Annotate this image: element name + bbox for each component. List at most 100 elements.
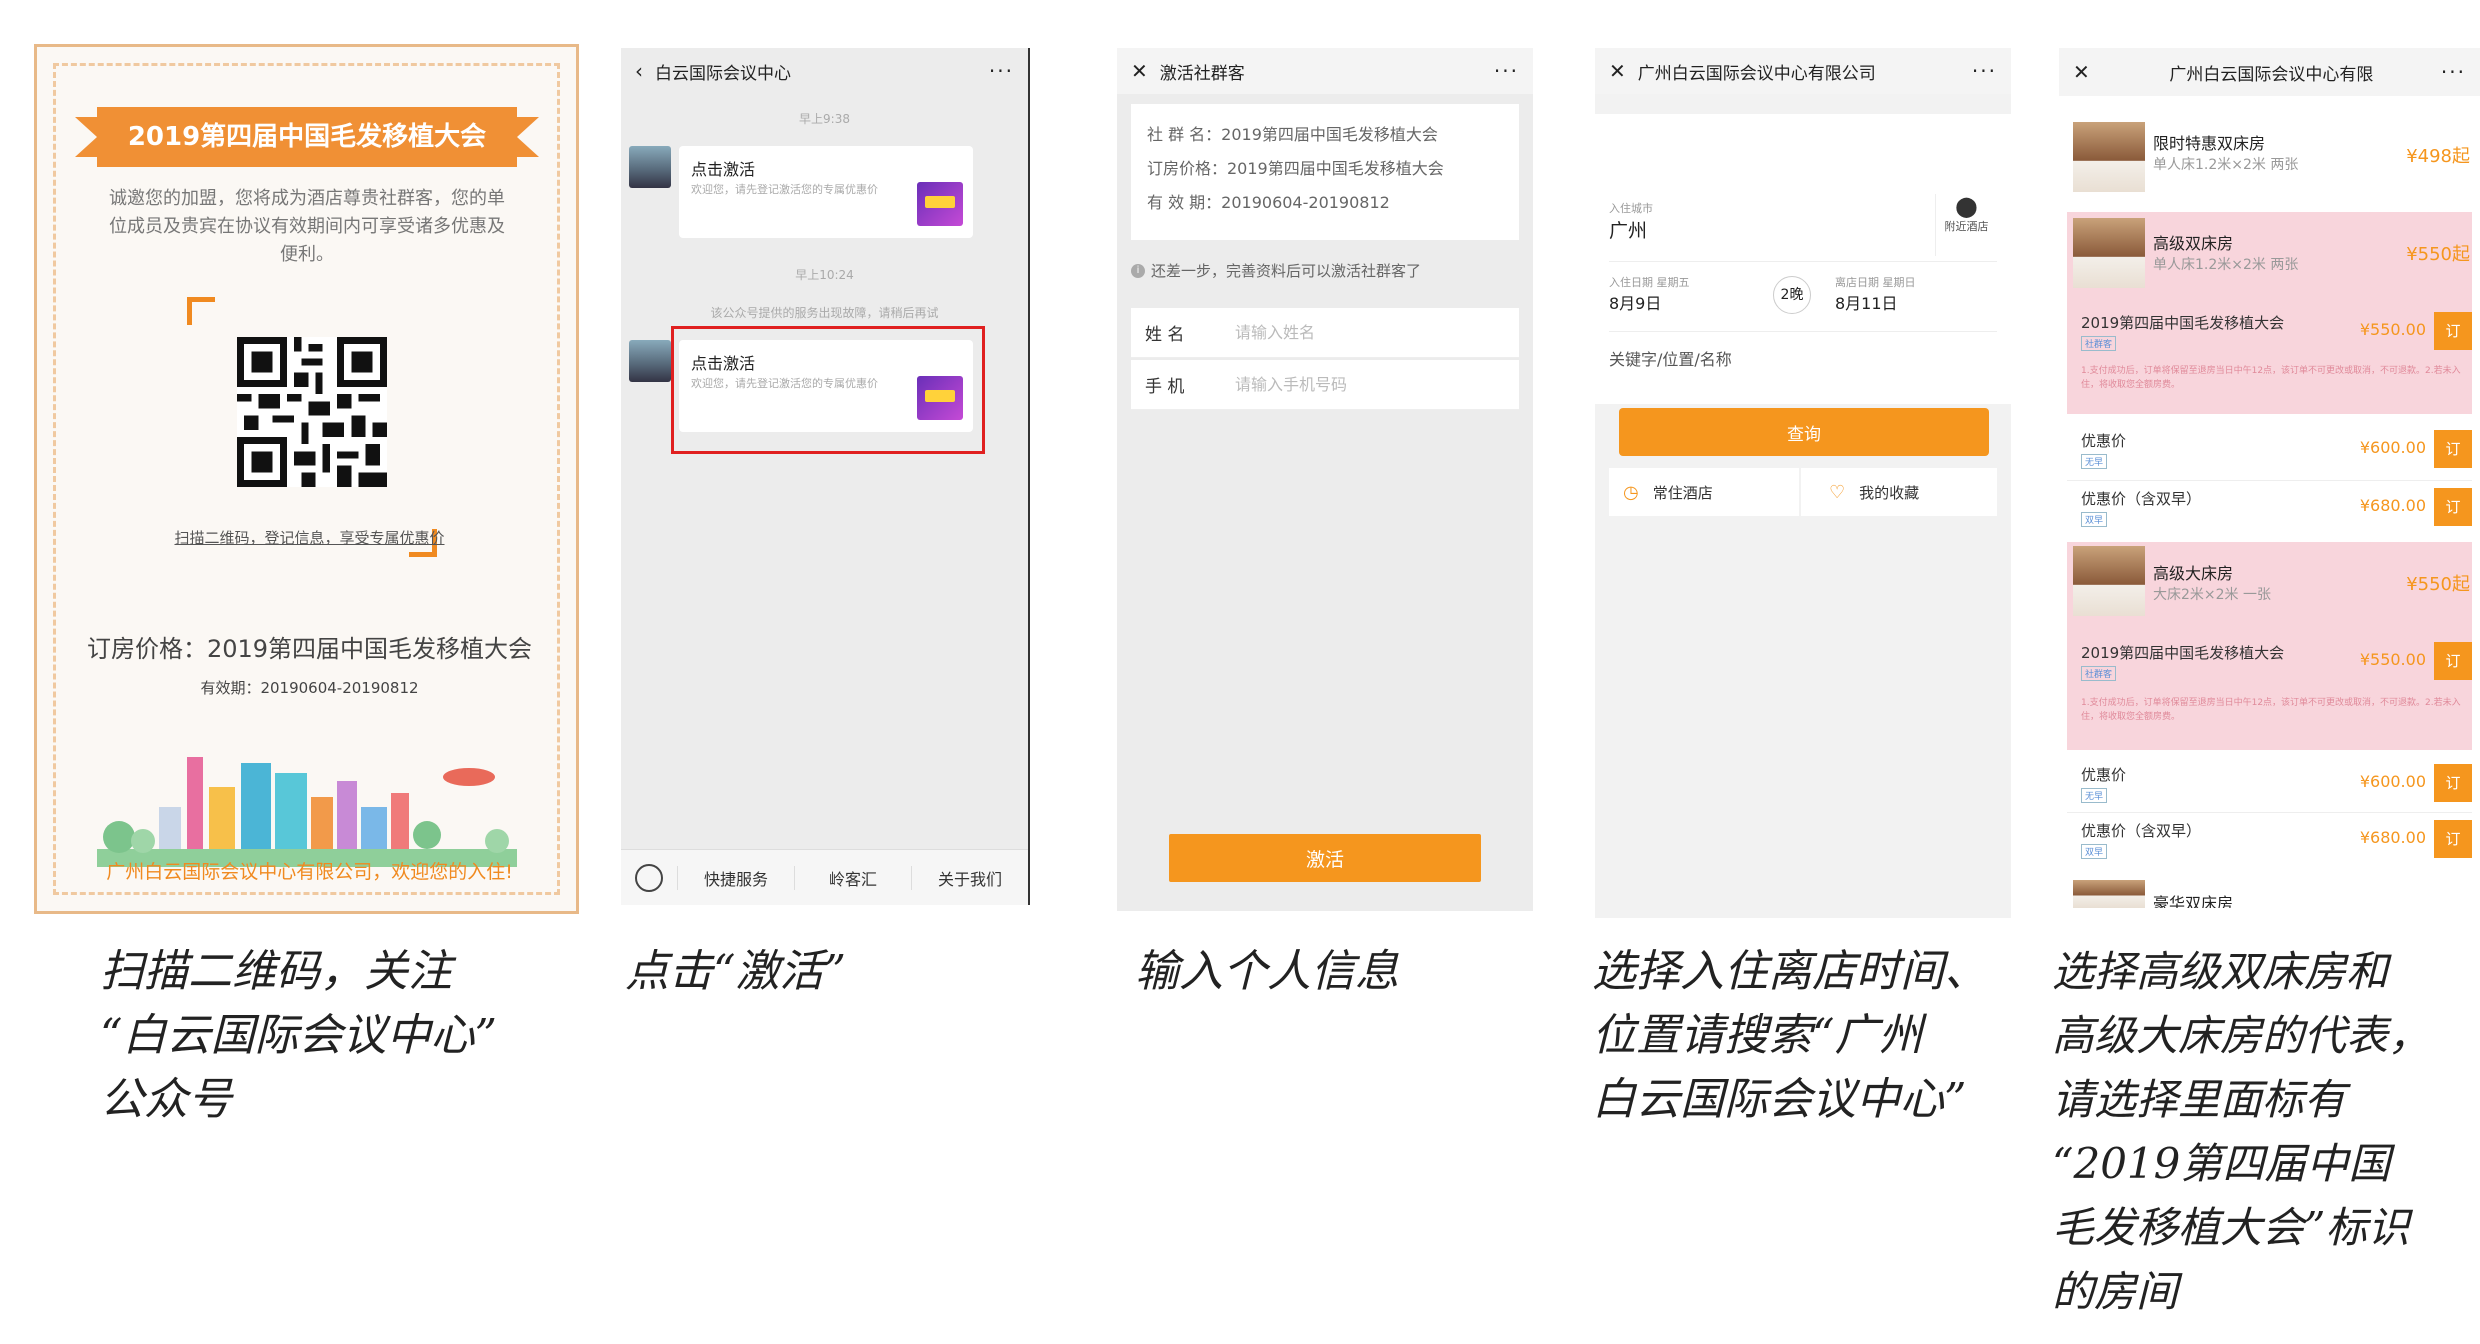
rate-name: 优惠价 [2081, 766, 2127, 784]
nights-count: 2晚 [1773, 276, 1811, 314]
card-thumbnail [917, 182, 963, 226]
city-row[interactable]: 入住城市 广州 ⬤ 附近酒店 [1609, 194, 1997, 262]
frequent-hotels-button[interactable]: ◷ 常住酒店 [1609, 468, 1799, 516]
phone-input[interactable] [1235, 375, 1495, 394]
room-name: 限时特惠双床房 [2153, 134, 2266, 153]
wechat-chat-screen: ‹ 白云国际会议中心 ··· 早上9:38 点击激活 欢迎您，请先登记激活您的专… [621, 48, 1030, 905]
group-price: 订房价格：2019第四届中国毛发移植大会 [1147, 159, 1444, 178]
chat-topbar: ‹ 白云国际会议中心 ··· [621, 48, 1028, 94]
book-button[interactable]: 订 [2434, 642, 2472, 680]
rate-price: ¥680.00 [2359, 496, 2426, 515]
heart-icon: ♡ [1829, 481, 1846, 503]
close-icon[interactable]: ✕ [2073, 60, 2090, 84]
poster-intro: 诚邀您的加盟，您将成为酒店尊贵社群客，您的单位成员及贵宾在协议有效期间内可享受诸… [109, 188, 505, 265]
room-item[interactable]: 高级双床房 单人床1.2米×2米 两张 ¥550起 [2067, 214, 2480, 294]
name-label: 姓 名 [1145, 325, 1185, 345]
message-time: 早上9:38 [799, 112, 850, 126]
nearby-label: 附近酒店 [1944, 220, 1989, 233]
room-photo [2073, 546, 2145, 616]
rate-tag: 无早 [2081, 788, 2108, 803]
card-desc: 欢迎您，请先登记激活您的专属优惠价 [691, 183, 878, 196]
phone-field-row: 手 机 [1131, 360, 1519, 410]
service-notice: 该公众号提供的服务出现故障，请稍后再试 [710, 306, 939, 320]
more-icon[interactable]: ··· [1494, 59, 1519, 83]
menu-about-us[interactable]: 关于我们 [911, 865, 1028, 890]
room-price: ¥550起 [2406, 574, 2470, 595]
frame-corner-top-left [187, 297, 215, 325]
info-icon: i [1131, 263, 1145, 278]
name-input[interactable] [1235, 323, 1495, 342]
caption-step-4: 选择入住离店时间、 位置请搜索“广州 白云国际会议中心” [1592, 940, 1988, 1132]
date-row[interactable]: 入住日期 星期五 8月9日 2晚 离店日期 星期日 8月11日 [1609, 270, 1997, 332]
caption-step-5: 选择高级双床房和 高级大床房的代表， 请选择里面标有 “2019第四届中国 毛发… [2052, 940, 2430, 1324]
book-button[interactable]: 订 [2434, 764, 2472, 802]
more-icon[interactable]: ··· [2441, 60, 2466, 84]
group-info-card: 社 群 名：2019第四届中国毛发移植大会 订房价格：2019第四届中国毛发移植… [1131, 104, 1519, 240]
room-item[interactable]: 限时特惠双床房 单人床1.2米×2米 两张 ¥498起 [2067, 120, 2480, 200]
activate-topbar: ✕ 激活社群客 ··· [1117, 48, 1533, 94]
room-name: 高级双床房 [2153, 234, 2234, 253]
hint-text: 还差一步，完善资料后可以激活社群客了 [1151, 262, 1422, 280]
booking-terms: 1.支付成功后，订单将保留至退房当日中午12点，该订单不可更改或取消，不可退款。… [2081, 698, 2461, 722]
activate-button[interactable]: 激活 [1169, 834, 1481, 882]
rate-row-breakfast: 优惠价（含双早） 双早 ¥680.00 订 [2081, 480, 2472, 536]
menu-quick-service[interactable]: 快捷服务 [677, 865, 794, 890]
caption-line: 输入个人信息 [1135, 946, 1399, 997]
query-button[interactable]: 查询 [1619, 408, 1989, 456]
rate-price: ¥550.00 [2359, 320, 2426, 339]
rate-name: 2019第四届中国毛发移植大会 [2081, 644, 2285, 662]
book-button[interactable]: 订 [2434, 820, 2472, 858]
poster-price: 订房价格：2019第四届中国毛发移植大会 [86, 635, 533, 663]
activate-card[interactable]: 点击激活 欢迎您，请先登记激活您的专属优惠价 [679, 146, 973, 238]
rate-tag: 双早 [2081, 512, 2108, 527]
caption-line: 公众号 [100, 1074, 232, 1125]
caption-step-1: 扫描二维码，关注 “白云国际会议中心” 公众号 [100, 940, 497, 1132]
name-field-row: 姓 名 [1131, 308, 1519, 358]
nearby-hotels-button[interactable]: ⬤ 附近酒店 [1935, 194, 1997, 256]
book-button[interactable]: 订 [2434, 488, 2472, 526]
frequent-label: 常住酒店 [1652, 483, 1713, 502]
close-icon[interactable]: ✕ [1609, 59, 1626, 83]
book-button[interactable]: 订 [2434, 430, 2472, 468]
caption-line: 请选择里面标有 [2052, 1075, 2347, 1124]
checkin-value: 8月9日 [1609, 294, 1662, 313]
avatar [629, 146, 671, 188]
rate-price: ¥550.00 [2359, 650, 2426, 669]
room-list-screen: ✕ 广州白云国际会议中心有限 ··· 限时特惠双床房 单人床1.2米×2米 两张… [2059, 48, 2480, 908]
room-item[interactable]: 高级大床房 大床2米×2米 一张 ¥550起 [2067, 546, 2480, 626]
phone-label: 手 机 [1145, 377, 1185, 397]
caption-line: 扫描二维码，关注 [100, 946, 452, 997]
book-button[interactable]: 订 [2434, 312, 2472, 350]
poster-welcome: 广州白云国际会议中心有限公司，欢迎您的入住! [106, 861, 513, 883]
rate-name: 优惠价（含双早） [2081, 490, 2202, 508]
chevron-left-icon[interactable]: ‹ [635, 59, 643, 83]
menu-lingkehui[interactable]: 岭客汇 [794, 865, 911, 890]
rate-price: ¥680.00 [2359, 828, 2426, 847]
room-item-partial[interactable]: 豪华双床房 [2067, 880, 2480, 908]
rate-name: 优惠价 [2081, 432, 2127, 450]
search-topbar: ✕ 广州白云国际会议中心有限公司 ··· [1595, 48, 2011, 94]
poster-banner: 2019第四届中国毛发移植大会 [75, 107, 539, 167]
caption-line: 毛发移植大会”标识 [2052, 1203, 2410, 1252]
qr-code-icon[interactable] [237, 337, 387, 487]
activate-title: 激活社群客 [1159, 63, 1245, 84]
message-time: 早上10:24 [795, 268, 854, 282]
checkout-value: 8月11日 [1835, 294, 1898, 313]
rate-row-conference: 2019第四届中国毛发移植大会 社群客 ¥550.00 订 [2081, 304, 2472, 360]
caption-step-3: 输入个人信息 [1135, 940, 1399, 1004]
booking-terms: 1.支付成功后，订单将保留至退房当日中午12点，该订单不可更改或取消，不可退款。… [2081, 366, 2461, 390]
more-icon[interactable]: ··· [1972, 59, 1997, 83]
favorites-button[interactable]: ♡ 我的收藏 [1801, 468, 1997, 516]
activate-screen: ✕ 激活社群客 ··· 社 群 名：2019第四届中国毛发移植大会 订房价格：2… [1117, 48, 1533, 911]
close-icon[interactable]: ✕ [1131, 59, 1148, 83]
room-price: ¥498起 [2406, 146, 2470, 167]
room-desc: 大床2米×2米 一张 [2153, 587, 2271, 603]
rate-name: 优惠价（含双早） [2081, 822, 2202, 840]
more-icon[interactable]: ··· [989, 59, 1014, 83]
room-desc: 单人床1.2米×2米 两张 [2153, 257, 2299, 273]
keyword-input[interactable]: 关键字/位置/名称 [1609, 332, 1997, 388]
caption-line: 的房间 [2052, 1267, 2179, 1316]
keyboard-icon[interactable] [621, 863, 677, 892]
caption-line: “2019第四届中国 [2052, 1139, 2391, 1188]
room-desc: 单人床1.2米×2米 两张 [2153, 157, 2299, 173]
